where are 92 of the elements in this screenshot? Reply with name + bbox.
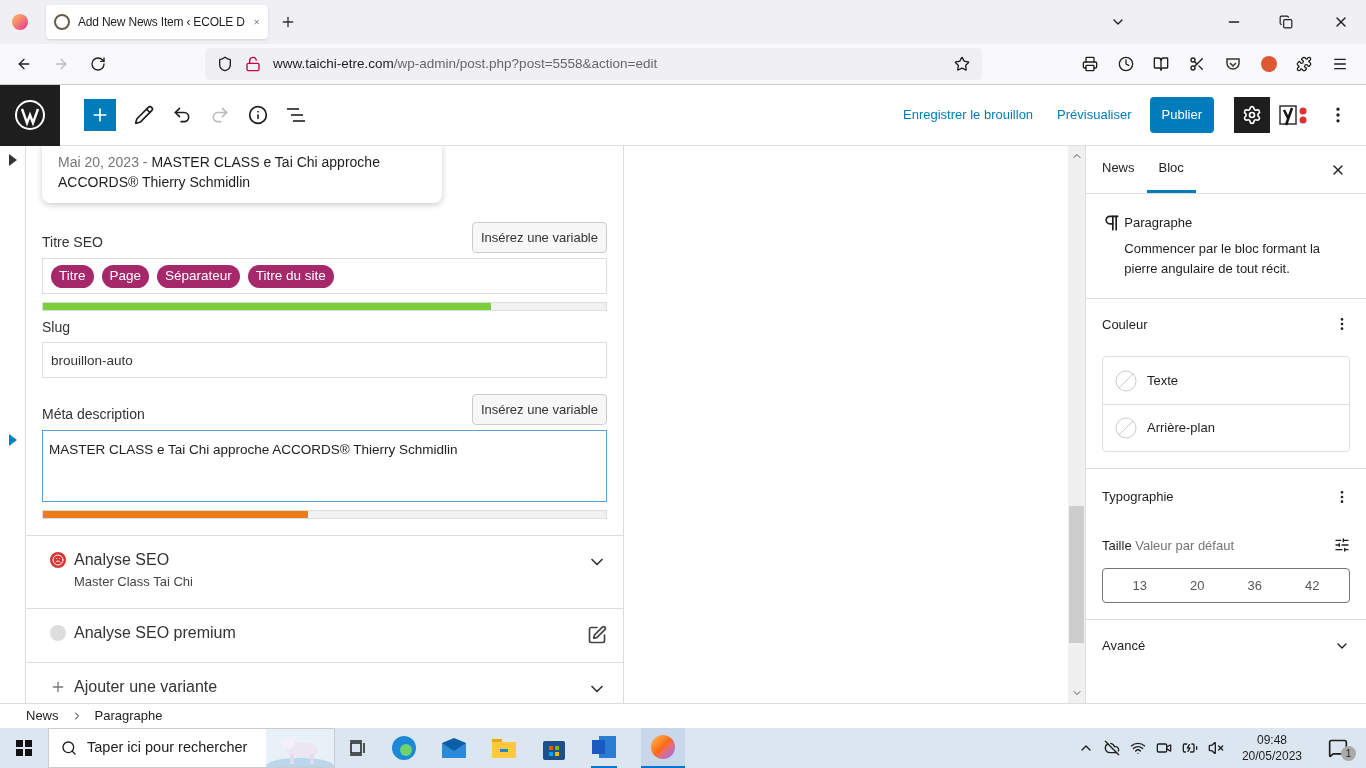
camera-icon[interactable] (1155, 740, 1172, 756)
color-option[interactable]: Texte (1103, 357, 1349, 404)
pencil-icon[interactable] (134, 105, 154, 125)
variable-tag[interactable]: Page (101, 264, 150, 288)
taskbar-search-field[interactable]: Taper ici pour rechercher (48, 728, 335, 768)
breadcrumb-link[interactable]: Paragraphe (94, 706, 163, 726)
insert-variable-button[interactable]: Insérez une variable (471, 222, 607, 253)
notification-icon[interactable] (1328, 738, 1348, 758)
duck-extension-icon[interactable] (1260, 56, 1277, 72)
folder-app-icon[interactable] (491, 737, 517, 759)
screenshot-icon[interactable] (1189, 56, 1206, 72)
insert-variable-button[interactable]: Insérez une variable (471, 394, 607, 425)
breadcrumb-link[interactable]: News (26, 706, 59, 726)
mute-icon[interactable] (1207, 740, 1224, 756)
extensions-icon[interactable] (1296, 56, 1313, 72)
section-title[interactable]: Ajouter une variante (74, 675, 587, 699)
scrollbar[interactable] (1068, 146, 1085, 703)
block-name: Paragraphe (1124, 214, 1194, 232)
new-tab-icon[interactable] (280, 14, 296, 30)
search-icon (61, 740, 77, 756)
settings-icon (1242, 105, 1262, 125)
list-view-icon[interactable] (286, 107, 306, 123)
font-size-option[interactable]: 20 (1190, 575, 1205, 596)
restore-icon[interactable] (1279, 15, 1293, 29)
field-label: Titre SEO (42, 233, 103, 252)
save-draft-link[interactable]: Enregistrer le brouillon (903, 105, 1034, 125)
edit-icon (587, 625, 607, 645)
battery-icon[interactable] (1181, 740, 1198, 756)
snippet-text: Mai 20, 2023 - MASTER CLASS e Tai Chi approche ACCORDS® Thierry Schmidlin (58, 154, 380, 190)
pocket-icon[interactable] (1224, 56, 1241, 72)
meta-description-field[interactable]: MASTER CLASS e Tai Chi approche ACCORDS® Thierry Schmidlin (42, 430, 607, 502)
field-label: Méta description (42, 405, 145, 424)
printer-icon[interactable] (1081, 56, 1098, 72)
caret-icon (8, 434, 17, 446)
sidebar-tab[interactable]: News (1090, 146, 1147, 193)
firefox-app-icon[interactable] (641, 728, 685, 768)
variable-tag[interactable]: Séparateur (157, 264, 240, 288)
caret-icon (8, 154, 17, 166)
address-bar[interactable]: www.taichi-etre.com/wp-admin/post.php?post=5558&action=edit (205, 48, 982, 80)
font-size-option[interactable]: 36 (1247, 575, 1262, 596)
variable-tag[interactable]: Titre du site (247, 264, 334, 288)
wifi-icon[interactable] (1129, 740, 1146, 756)
section-subtitle: Master Class Tai Chi (74, 573, 194, 591)
clock[interactable]: 09:48 20/05/2023 (1241, 732, 1302, 764)
sliders-icon[interactable] (1334, 537, 1350, 554)
clock-icon[interactable] (1117, 56, 1134, 72)
site-favicon (54, 14, 70, 30)
menu-icon[interactable] (1332, 56, 1349, 72)
insecure-lock-icon (245, 56, 261, 72)
search-placeholder: Taper ici pour rechercher (87, 738, 248, 758)
cloud-off-icon[interactable] (1103, 740, 1120, 756)
section-title[interactable]: Analyse SEO (74, 548, 587, 572)
scrollbar-thumb[interactable] (1069, 506, 1084, 643)
browser-logo-icon[interactable] (12, 14, 28, 30)
info-icon[interactable] (248, 105, 268, 125)
back-icon[interactable] (16, 56, 32, 72)
windows-start-icon[interactable] (16, 740, 32, 756)
tab-title: Add New News Item ‹ ECOLE D (78, 14, 245, 31)
field-label: Slug (42, 318, 72, 337)
panel-title[interactable]: Avancé (1102, 636, 1146, 656)
bookmark-star-icon[interactable] (954, 56, 970, 72)
panel-title: Typographie (1102, 488, 1174, 506)
publish-button[interactable]: Publier (1149, 97, 1214, 133)
pilcrow-icon (1102, 213, 1122, 233)
wordpress-logo[interactable] (0, 84, 60, 146)
sidebar-tab[interactable]: Bloc (1146, 146, 1196, 193)
font-size-option[interactable]: 42 (1305, 575, 1320, 596)
reader-view-icon[interactable] (1153, 56, 1170, 72)
no-color-icon (1115, 369, 1137, 392)
url-text: www.taichi-etre.com/wp-admin/post.php?post=5558&action=edit (273, 54, 659, 73)
font-size-option[interactable]: 13 (1132, 575, 1147, 596)
add-block-button[interactable] (84, 99, 116, 131)
plus-icon (50, 679, 66, 695)
size-label: Taille Valeur par défaut (1102, 536, 1235, 555)
shield-icon (217, 56, 233, 72)
panel-title: Couleur (1102, 315, 1148, 334)
block-description: Commencer par le bloc formant la pierre angulaire de tout récit. (1124, 239, 1322, 278)
browser-app-icon[interactable] (391, 735, 417, 761)
mail-app-icon[interactable] (441, 737, 467, 759)
slug-field[interactable]: brouillon-auto (42, 342, 607, 378)
no-color-icon (1115, 417, 1137, 439)
color-option[interactable]: Arrière-plan (1103, 404, 1349, 451)
settings-button[interactable] (1234, 97, 1270, 133)
undo-icon[interactable] (172, 105, 192, 125)
variable-tag[interactable]: Titre (51, 264, 94, 288)
preview-link[interactable]: Prévisualiser (1057, 105, 1132, 125)
task-view-icon[interactable] (349, 740, 367, 756)
seo-title-field[interactable]: Titre Page Séparateur Titre du site (42, 258, 607, 294)
browser-tab[interactable]: Add New News Item ‹ ECOLE D (46, 5, 268, 39)
section-title[interactable]: Analyse SEO premium (74, 621, 587, 645)
reload-icon[interactable] (90, 56, 106, 72)
notification-badge: 1 (1341, 746, 1356, 761)
